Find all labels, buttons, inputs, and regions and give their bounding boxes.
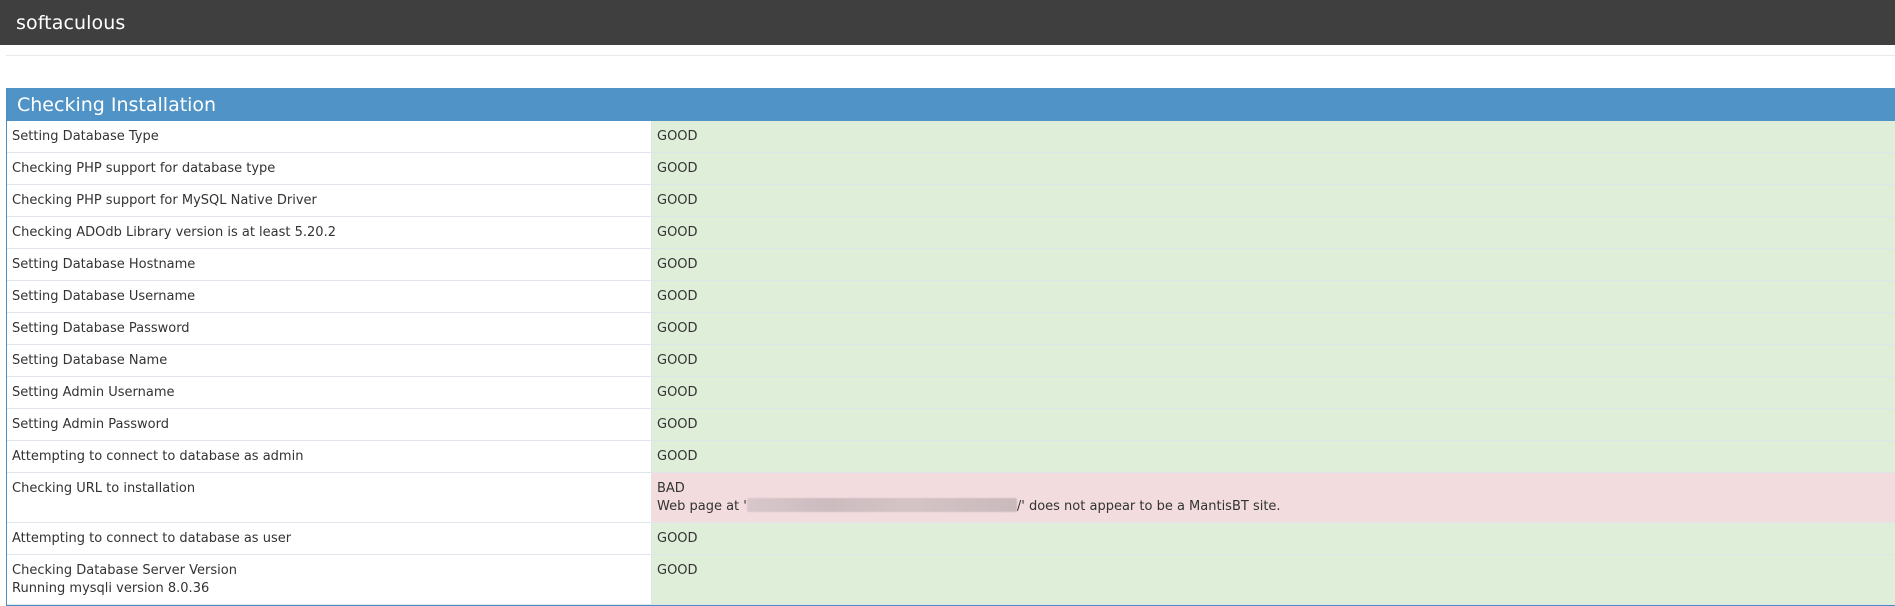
table-row: Checking ADOdb Library version is at lea… [7, 217, 1895, 249]
check-label: Checking ADOdb Library version is at lea… [7, 217, 652, 249]
check-status: GOOD [652, 523, 1895, 555]
error-message-suffix: /' does not appear to be a MantisBT site… [1017, 499, 1281, 514]
check-status: GOOD [652, 345, 1895, 377]
table-row: Setting Admin Password GOOD [7, 409, 1895, 441]
check-label: Setting Admin Password [7, 409, 652, 441]
check-sublabel: Running mysqli version 8.0.36 [12, 580, 646, 598]
check-status: GOOD [652, 441, 1895, 473]
table-row: Checking PHP support for MySQL Native Dr… [7, 185, 1895, 217]
check-label: Setting Database Hostname [7, 249, 652, 281]
check-label: Checking URL to installation [7, 473, 652, 523]
error-message-prefix: Web page at ' [657, 499, 747, 514]
table-row: Attempting to connect to database as use… [7, 523, 1895, 555]
table-row-bad: Checking URL to installation BAD Web pag… [7, 473, 1895, 523]
check-status: GOOD [652, 185, 1895, 217]
check-status: GOOD [652, 249, 1895, 281]
check-status: GOOD [652, 377, 1895, 409]
table-row: Setting Database Username GOOD [7, 281, 1895, 313]
top-navbar: softaculous [0, 0, 1895, 45]
check-status-bad: BAD Web page at ' /' does not appear to b… [652, 473, 1895, 523]
status-text: BAD [657, 480, 1890, 498]
check-label: Attempting to connect to database as use… [7, 523, 652, 555]
table-row: Setting Database Type GOOD [7, 121, 1895, 153]
check-label: Setting Admin Username [7, 377, 652, 409]
checking-installation-panel: Checking Installation Setting Database T… [6, 88, 1895, 606]
brand-logo-text[interactable]: softaculous [16, 12, 125, 34]
check-status: GOOD [652, 217, 1895, 249]
table-row: Setting Admin Username GOOD [7, 377, 1895, 409]
table-row: Attempting to connect to database as adm… [7, 441, 1895, 473]
check-status: GOOD [652, 313, 1895, 345]
check-label: Attempting to connect to database as adm… [7, 441, 652, 473]
check-label: Setting Database Username [7, 281, 652, 313]
check-label: Setting Database Password [7, 313, 652, 345]
divider [6, 55, 1895, 56]
checks-table: Setting Database Type GOOD Checking PHP … [7, 121, 1895, 605]
check-status: GOOD [652, 121, 1895, 153]
check-status: GOOD [652, 153, 1895, 185]
table-row: Checking PHP support for database type G… [7, 153, 1895, 185]
redacted-url [747, 498, 1017, 512]
check-status: GOOD [652, 409, 1895, 441]
check-label: Setting Database Type [7, 121, 652, 153]
error-message: Web page at ' /' does not appear to be a … [657, 498, 1890, 516]
check-status: GOOD [652, 281, 1895, 313]
table-row: Setting Database Hostname GOOD [7, 249, 1895, 281]
check-label: Setting Database Name [7, 345, 652, 377]
check-label: Checking PHP support for MySQL Native Dr… [7, 185, 652, 217]
table-row: Setting Database Password GOOD [7, 313, 1895, 345]
panel-title: Checking Installation [7, 88, 1895, 121]
check-label: Checking PHP support for database type [7, 153, 652, 185]
check-label: Checking Database Server Version [12, 562, 646, 580]
table-row: Setting Database Name GOOD [7, 345, 1895, 377]
